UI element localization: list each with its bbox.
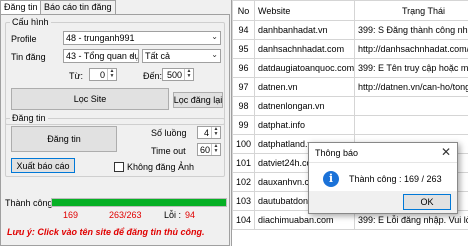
cell-website[interactable]: datnen.vn [254,77,355,97]
cell-website[interactable]: danhbanhadat.vn [254,20,355,40]
thread-count-value: 4 [203,128,209,138]
config-group-title: Cấu hình [12,17,49,27]
table-header-row: No Website Trạng Thái [232,0,468,21]
category-select[interactable]: 43 - Tổng quan dự án F ⌄ [63,49,139,63]
cell-status: http://datnen.vn/can-ho/tong-quan- [354,77,468,97]
no-image-checkbox[interactable] [114,162,124,172]
cell-no: 98 [232,96,255,116]
cell-website[interactable]: datphat.info [254,115,355,135]
cell-no: 100 [232,134,255,154]
to-label: Đến: [143,71,163,81]
dialog-message: Thành công : 169 / 263 [349,174,442,184]
cell-no: 97 [232,77,255,97]
spin-arrows-icon[interactable]: ▲ ▼ [211,144,220,155]
to-stepper[interactable]: 500 ▲ ▼ [162,68,194,81]
cell-no: 104 [232,210,255,230]
filter-site-button[interactable]: Lọc Site [11,88,169,110]
dialog-title-bar: Thông báo ✕ [309,143,457,163]
column-header-no[interactable]: No [232,0,255,21]
cell-no: 94 [232,20,255,40]
export-report-button[interactable]: Xuất báo cáo [11,158,75,173]
profile-select-value: 48 - trunganh991 [66,33,135,43]
message-dialog: Thông báo ✕ i Thành công : 169 / 263 OK [308,142,458,214]
success-count: 169 [63,210,79,220]
cell-no: 99 [232,115,255,135]
tab-post-report[interactable]: Báo cáo tin đăng [40,0,116,14]
success-label: Thành công : [5,198,58,208]
dialog-footer: OK [309,191,457,213]
table-row[interactable]: 95 danhsachnhadat.com http://danhsachnhada… [232,39,468,59]
total-count: 263/263 [109,210,142,220]
refilter-button[interactable]: Lọc đăng lại [173,92,223,108]
chevron-down-icon: ⌄ [211,32,218,41]
tab-post[interactable]: Đăng tin [0,0,42,15]
table-row[interactable]: 99 datphat.info [232,115,468,135]
table-row[interactable]: 94 danhbanhadat.vn 399: S Đăng thành công … [232,20,468,40]
cell-no: 95 [232,39,255,59]
category-filter-select[interactable]: Tất cả ⌄ [142,49,221,63]
timeout-stepper[interactable]: 60 ▲ ▼ [197,143,221,156]
cell-website[interactable]: datdaugiatoanquoc.com [254,58,355,78]
from-value: 0 [99,70,105,80]
timeout-value: 60 [200,145,211,155]
spin-arrows-icon[interactable]: ▲ ▼ [211,127,220,138]
table-row[interactable]: 98 datnenlongan.vn [232,96,468,116]
cell-website[interactable]: datnenlongan.vn [254,96,355,116]
cell-no: 96 [232,58,255,78]
thread-count-label: Số luồng [151,128,187,138]
from-label: Từ: [69,71,84,81]
category-select-value: 43 - Tổng quan dự án F [66,51,138,61]
info-icon: i [323,171,339,187]
profile-label: Profile [11,34,37,44]
cell-website[interactable]: danhsachnhadat.com [254,39,355,59]
column-header-status[interactable]: Trạng Thái [354,0,468,21]
note-text: Lưu ý: Click vào tên site để đăng tin th… [7,227,205,237]
no-image-label: Không đăng Ảnh [127,162,195,172]
from-stepper[interactable]: 0 ▲ ▼ [89,68,117,81]
cell-no: 103 [232,191,255,211]
cell-status: http://danhsachnhadat.com/tong-qu [354,39,468,59]
chevron-down-icon: ⌄ [129,50,136,59]
profile-select[interactable]: 48 - trunganh991 ⌄ [63,31,221,45]
to-value: 500 [166,70,182,80]
post-button[interactable]: Đăng tin [11,126,117,152]
progress-bar [51,198,227,207]
error-label: Lỗi : [164,210,182,220]
category-filter-value: Tất cả [145,51,171,61]
cell-no: 102 [232,172,255,192]
cell-status [354,96,468,116]
table-row[interactable]: 96 datdaugiatoanquoc.com 399: E Tên truy c… [232,58,468,78]
error-count: 94 [185,210,196,220]
column-header-website[interactable]: Website [254,0,355,21]
cell-status: 399: S Đăng thành công nhưng chưa [354,20,468,40]
cell-no: 101 [232,153,255,173]
post-group-title: Đăng tin [12,113,46,123]
close-icon[interactable]: ✕ [441,145,451,159]
tab-panel: Cấu hình Profile 48 - trunganh991 ⌄ Tin … [0,14,230,246]
ok-button[interactable]: OK [403,194,451,210]
timeout-label: Time out [151,146,186,156]
table-row[interactable]: 97datnen.vnhttp://datnen.vn/can-ho/tong-… [232,77,468,97]
spin-arrows-icon[interactable]: ▲ ▼ [184,69,193,80]
thread-count-stepper[interactable]: 4 ▲ ▼ [197,126,221,139]
progress-bar-fill [52,199,226,206]
category-label: Tin đăng [11,52,46,62]
dialog-title: Thông báo [315,148,359,158]
cell-status: 399: E Tên truy cập hoặc mật khẩu k [354,58,468,78]
spin-arrows-icon[interactable]: ▲ ▼ [107,69,116,80]
cell-status [354,115,468,135]
chevron-down-icon: ⌄ [211,50,218,59]
